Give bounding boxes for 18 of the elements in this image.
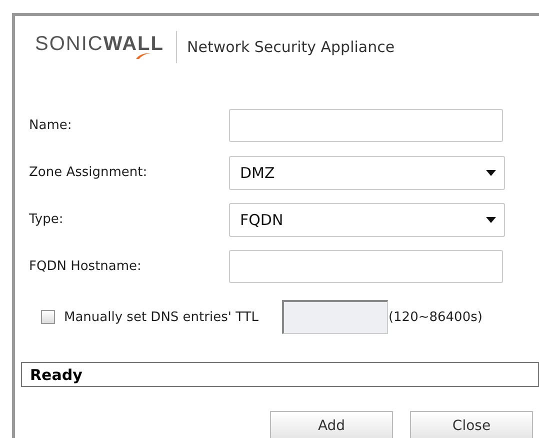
status-bar: Ready xyxy=(21,362,539,387)
field-label: Zone Assignment: xyxy=(29,165,148,180)
dialog-button[interactable]: Close xyxy=(410,411,533,438)
text-field[interactable] xyxy=(229,250,503,283)
field-label: FQDN Hostname: xyxy=(29,259,142,274)
logo-wordmark: SONICWALL xyxy=(35,36,164,53)
range-hint: (120~86400s) xyxy=(388,310,482,324)
product-title: Network Security Appliance xyxy=(187,38,395,56)
field-label: Type: xyxy=(29,212,64,227)
caret-icon xyxy=(486,170,496,176)
swoosh-icon xyxy=(135,53,151,59)
dropdown[interactable]: DMZ xyxy=(229,156,505,190)
dialog-button[interactable]: Add xyxy=(270,411,393,438)
dropdown[interactable]: FQDN xyxy=(229,202,505,236)
field-label: Name: xyxy=(29,118,73,133)
caret-icon xyxy=(486,216,496,222)
text-field[interactable] xyxy=(229,109,503,142)
checkbox-label: Manually set DNS entries' TTL xyxy=(64,310,258,324)
